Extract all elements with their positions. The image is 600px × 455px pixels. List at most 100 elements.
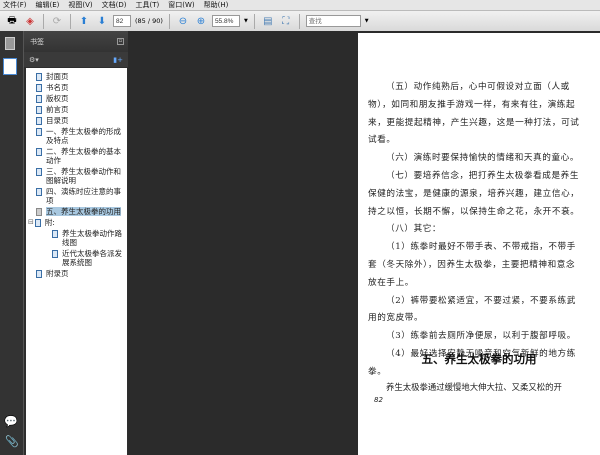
menu-item[interactable]: 工具(T) [136, 0, 160, 10]
page-count: (85 / 90) [135, 17, 163, 25]
bookmark-label: 附: [44, 218, 55, 227]
collapse-icon[interactable]: ⊟ [28, 218, 34, 227]
menu-item[interactable]: 视图(V) [68, 0, 92, 10]
bookmark-label: 版权页 [46, 94, 69, 103]
menu-item[interactable]: 窗口(W) [168, 0, 194, 10]
bookmark-icon [36, 84, 42, 92]
bookmark-icon [36, 128, 42, 136]
bookmark-item[interactable]: 书名页 [26, 83, 127, 92]
bookmark-item[interactable]: ⊟ 附: [26, 218, 127, 227]
body-text-line: （五）动作纯熟后，心中可假设对立面（人或 [386, 82, 570, 92]
create-pdf-icon[interactable]: ◈ [23, 14, 37, 28]
bookmark-item[interactable]: 近代太极拳各派发展系统图 [26, 249, 127, 267]
body-text-line: 用的宽皮带。 [368, 313, 424, 324]
share-icon[interactable]: ⟳ [50, 14, 64, 28]
bookmarks-panel: 书签 ▫ ⚙▾ ▮+ 封面页书名页版权页前言页目录页一、养生太极拳的形成及特点 二、养… [23, 31, 128, 455]
bookmark-icon [36, 270, 42, 278]
body-text-line: （六）演练时要保持愉快的情绪和天真的童心。 [386, 153, 580, 164]
bookmark-icon [36, 106, 42, 114]
divider [43, 13, 44, 29]
bookmark-item[interactable]: 版权页 [26, 94, 127, 103]
section-heading: 五、养生太极拳的功用 [421, 352, 537, 366]
bookmark-label: 目录页 [46, 116, 69, 125]
body-text-line: 养生太极拳通过缓慢地大伸大拉、又柔又松的开 [386, 382, 562, 392]
bookmark-icon [36, 168, 42, 176]
body-text-line: （八）其它： [386, 224, 442, 235]
fit-page-icon[interactable]: ▤ [261, 14, 275, 28]
document-viewer[interactable]: （五）动作纯熟后，心中可假设对立面（人或物），如同和朋友推手游戏一样，有来有往，… [128, 31, 600, 455]
body-text-line: 套（冬天除外），因养生太极拳，主要把精神和意念 [368, 259, 576, 270]
bookmark-icon [36, 95, 42, 103]
body-text-line: 来，更能提起精神，产生兴趣，这是一种打法，可试 [368, 117, 580, 128]
zoom-in-button[interactable]: ⊕ [194, 14, 208, 28]
options-gear-icon[interactable]: ⚙▾ [29, 56, 39, 64]
menu-item[interactable]: 编辑(E) [36, 0, 60, 10]
bookmark-label: 书名页 [46, 83, 69, 92]
close-panel-icon[interactable]: ▫ [117, 38, 124, 45]
bookmark-item[interactable]: 四、演练时应注意的事项 [26, 187, 127, 205]
menu-item[interactable]: 文档(D) [102, 0, 127, 10]
body-text-line: （1）练拳时最好不带手表、不带戒指，不带手 [386, 242, 576, 253]
bookmarks-icon[interactable] [3, 58, 17, 75]
pdf-page: （五）动作纯熟后，心中可假设对立面（人或物），如同和朋友推手游戏一样，有来有往，… [358, 33, 600, 455]
print-icon[interactable]: 🖶 [5, 14, 19, 28]
bookmark-icon [52, 230, 58, 238]
bookmark-label: 三、养生太极拳动作和图解说明 [46, 167, 121, 185]
bookmark-item[interactable]: 三、养生太极拳动作和图解说明 [26, 167, 127, 185]
bookmark-item[interactable]: 封面页 [26, 72, 127, 81]
panel-title: 书签 [30, 37, 44, 46]
navigation-strip: 💬 📎 [0, 31, 23, 455]
body-text-line: 持之以恒，长期不懈，以保持生命之花，永开不衰。 [368, 206, 580, 217]
bookmark-label: 一、养生太极拳的形成及特点 [46, 127, 121, 145]
bookmark-label: 近代太极拳各派发展系统图 [62, 249, 122, 267]
divider [168, 13, 170, 29]
bookmark-label: 四、演练时应注意的事项 [46, 187, 121, 205]
bookmark-item[interactable]: 一、养生太极拳的形成及特点 [26, 127, 127, 145]
divider [70, 13, 71, 29]
bookmark-label: 附录页 [46, 269, 69, 278]
bookmark-item[interactable]: 二、养生太极拳的基本动作 [26, 147, 127, 165]
bookmark-item[interactable]: 五、养生太极拳的功用 [26, 207, 127, 216]
pages-icon[interactable] [5, 37, 15, 50]
previous-page-button[interactable]: ⬆ [77, 14, 91, 28]
zoom-input[interactable] [211, 15, 240, 27]
attachments-icon[interactable]: 📎 [5, 435, 19, 448]
bookmark-label: 养生太极拳动作路线图 [62, 229, 122, 247]
bookmark-icon [34, 219, 41, 227]
body-text-line: 放在手上。 [368, 277, 414, 288]
menu-item[interactable]: 文件(F) [3, 0, 27, 10]
comments-icon[interactable]: 💬 [4, 415, 18, 428]
body-text-line: （七）要培养信念，把打养生太极拳看成是养生 [386, 170, 580, 181]
bookmark-icon [36, 188, 42, 196]
page-number-input[interactable] [113, 15, 131, 27]
body-text-line: （2）裤带要松紧适宜，不要过紧，不要系练武 [386, 295, 576, 306]
bookmark-label: 前言页 [46, 105, 69, 114]
new-bookmark-icon[interactable]: ▮+ [113, 56, 123, 64]
bookmark-icon [36, 73, 42, 81]
search-input[interactable] [305, 15, 361, 27]
search-dropdown-icon[interactable]: ▼ [365, 18, 369, 24]
next-page-button[interactable]: ⬇ [95, 14, 109, 28]
divider [298, 13, 300, 29]
body-text-line: 物），如同和朋友推手游戏一样，有来有往，演练起 [368, 99, 576, 110]
body-text-line: 保健的法宝，是健康的源泉，培养兴趣，建立信心， [368, 188, 580, 199]
body-text-line: 试看。 [368, 135, 396, 146]
bookmark-item[interactable]: 前言页 [26, 105, 127, 114]
page-number: 82 [374, 396, 383, 404]
divider [253, 13, 255, 29]
zoom-out-button[interactable]: ⊖ [176, 14, 190, 28]
bookmark-label: 二、养生太极拳的基本动作 [46, 147, 121, 165]
bookmark-item[interactable]: 附录页 [26, 269, 127, 278]
bookmark-icon [36, 148, 42, 156]
bookmark-item[interactable]: 养生太极拳动作路线图 [26, 229, 127, 247]
menu-bar: 文件(F) 编辑(E) 视图(V) 文档(D) 工具(T) 窗口(W) 帮助(H) [0, 0, 600, 10]
bookmark-label: 五、养生太极拳的功用 [46, 207, 121, 216]
bookmark-tree: 封面页书名页版权页前言页目录页一、养生太极拳的形成及特点 二、养生太极拳的基本动作… [26, 68, 127, 455]
page-body-text: （五）动作纯熟后，心中可假设对立面（人或物），如同和朋友推手游戏一样，有来有往，… [368, 79, 590, 382]
bookmark-item[interactable]: 目录页 [26, 116, 127, 125]
menu-item[interactable]: 帮助(H) [204, 0, 229, 10]
bookmark-label: 封面页 [46, 72, 69, 81]
toolbar: 🖶 ◈ ⟳ ⬆ ⬇ (85 / 90) ⊖ ⊕ ▼ ▤ ⛶ ▼ [0, 10, 600, 31]
zoom-dropdown-icon[interactable]: ▼ [244, 18, 248, 24]
full-screen-icon[interactable]: ⛶ [279, 14, 293, 28]
